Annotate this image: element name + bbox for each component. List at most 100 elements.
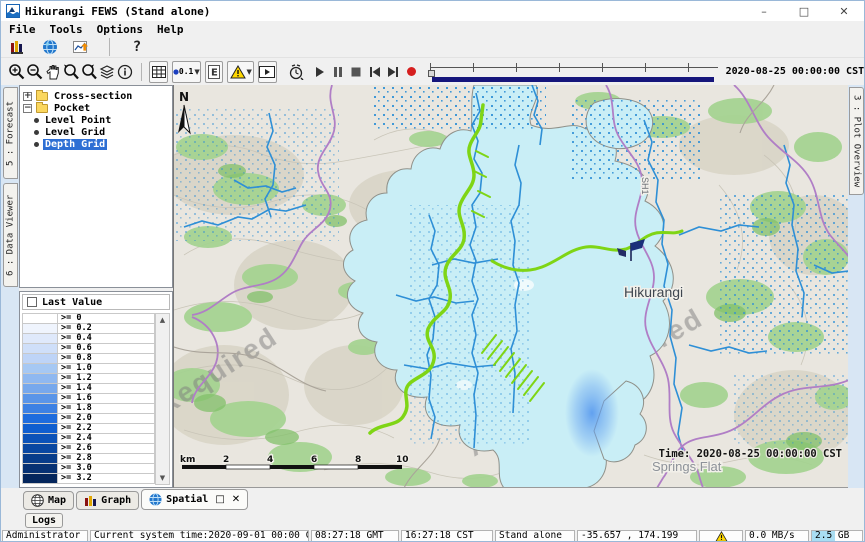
warnings-button[interactable]: ▼ <box>227 61 254 83</box>
tab-close-icon[interactable]: ✕ <box>232 494 240 505</box>
zoom-in-icon[interactable] <box>7 61 25 83</box>
play-button[interactable] <box>311 61 329 83</box>
tree-item-pocket[interactable]: − Pocket <box>20 102 172 114</box>
status-bar: Administrator Current system time:2020-0… <box>1 529 864 542</box>
tree-item-level-point[interactable]: Level Point <box>20 114 172 126</box>
toolbar-separator <box>109 38 110 56</box>
pause-button[interactable] <box>329 61 347 83</box>
toolbar-separator <box>141 63 142 81</box>
legend-swatch <box>22 334 58 344</box>
tab-data-viewer[interactable]: 6 : Data Viewer <box>3 183 18 287</box>
record-button[interactable] <box>402 61 420 83</box>
chevron-down-icon: ▼ <box>247 68 252 76</box>
content-area: 5 : Forecast 6 : Data Viewer + Cross-sec… <box>1 85 865 488</box>
status-warning[interactable] <box>699 530 743 542</box>
status-memory: 2.5 GB <box>811 530 863 542</box>
last-value-checkbox[interactable] <box>27 297 37 307</box>
legend-toggle-button[interactable]: E <box>205 61 224 83</box>
tab-plot-overview[interactable]: 3 : Plot Overview <box>849 87 864 195</box>
menu-file[interactable]: File <box>9 23 36 36</box>
layers-icon[interactable] <box>98 61 116 83</box>
tree-item-cross-section[interactable]: + Cross-section <box>20 90 172 102</box>
status-network-speed: 0.0 MB/s <box>745 530 809 542</box>
zoom-out-icon[interactable] <box>25 61 43 83</box>
last-value-row[interactable]: Last Value <box>22 294 170 310</box>
legend-swatch <box>22 344 58 354</box>
threshold-value: 0.1 <box>179 67 193 76</box>
menu-help[interactable]: Help <box>157 23 184 36</box>
right-tab-strip: 3 : Plot Overview <box>848 85 865 488</box>
info-icon[interactable] <box>116 61 134 83</box>
legend-row[interactable]: >= 3.2 <box>22 474 155 484</box>
stop-button[interactable] <box>347 61 365 83</box>
legend-scrollbar[interactable]: ▲ ▼ <box>155 313 170 485</box>
menu-options[interactable]: Options <box>97 23 143 36</box>
wire-globe-icon <box>31 494 44 507</box>
timeline-range-bar <box>432 77 713 82</box>
application-window: Hikurangi FEWS (Stand alone) – □ ✕ File … <box>0 0 865 542</box>
tab-map[interactable]: Map <box>23 491 74 510</box>
zoom-next-icon[interactable] <box>80 61 98 83</box>
tab-forecast[interactable]: 5 : Forecast <box>3 87 18 179</box>
tree-label-selected[interactable]: Depth Grid <box>43 139 107 150</box>
tree-label[interactable]: Cross-section <box>52 91 134 102</box>
title-bar[interactable]: Hikurangi FEWS (Stand alone) – □ ✕ <box>1 1 864 21</box>
tree-item-level-grid[interactable]: Level Grid <box>20 126 172 138</box>
node-bullet-icon <box>34 118 39 123</box>
pan-hand-icon[interactable] <box>43 61 61 83</box>
svg-text:10: 10 <box>396 455 409 465</box>
logs-button[interactable]: Logs <box>25 513 63 528</box>
collapse-icon[interactable]: − <box>23 104 32 113</box>
minimize-button[interactable]: – <box>744 1 784 21</box>
map-time-label: Time: 2020-08-25 00:00:00 CST <box>659 448 842 460</box>
svg-text:4: 4 <box>267 455 273 465</box>
toolbar-time-label: 2020-08-25 00:00:00 CST <box>726 66 864 77</box>
grid-layer-button[interactable] <box>149 61 168 83</box>
scroll-down-icon[interactable]: ▼ <box>160 472 165 484</box>
animation-button[interactable] <box>258 61 277 83</box>
zoom-previous-icon[interactable] <box>62 61 80 83</box>
chart-export-icon[interactable] <box>71 36 93 58</box>
tree-label[interactable]: Level Grid <box>43 127 107 138</box>
data-viewer-panel: + Cross-section − Pocket Level Point Lev… <box>19 85 173 488</box>
tab-graph[interactable]: Graph <box>76 491 139 510</box>
step-backward-button[interactable] <box>366 61 384 83</box>
time-settings-icon[interactable] <box>287 61 305 83</box>
legend-rows: >= 0>= 0.2>= 0.4>= 0.6>= 0.8>= 1.0>= 1.2… <box>22 313 155 485</box>
legend-panel: Last Value >= 0>= 0.2>= 0.4>= 0.6>= 0.8>… <box>19 291 173 488</box>
scroll-up-icon[interactable]: ▲ <box>160 314 165 326</box>
map-canvas[interactable]: API Key Required API Key Required <box>174 85 848 488</box>
legend-swatch <box>22 434 58 444</box>
help-button[interactable]: ? <box>126 36 148 58</box>
legend-swatch <box>22 324 58 334</box>
maximize-button[interactable]: □ <box>784 1 824 21</box>
legend-swatch <box>22 444 58 454</box>
legend-swatch <box>22 354 58 364</box>
map-view[interactable]: API Key Required API Key Required <box>173 85 848 488</box>
close-button[interactable]: ✕ <box>824 1 864 21</box>
timeline-track <box>430 67 717 68</box>
tree-label[interactable]: Pocket <box>52 103 92 114</box>
legend-swatch <box>22 474 58 484</box>
tree-label[interactable]: Level Point <box>43 115 113 126</box>
expand-icon[interactable]: + <box>23 92 32 101</box>
warning-icon <box>715 531 728 542</box>
tree-item-depth-grid[interactable]: Depth Grid <box>20 138 172 150</box>
folder-icon <box>36 104 48 113</box>
bar-chart-icon <box>84 494 97 507</box>
place-label: Springs Flat <box>652 459 722 474</box>
legend-swatch <box>22 314 58 324</box>
svg-text:E: E <box>211 67 218 78</box>
class-threshold-button[interactable]: 0.1 ▼ <box>172 61 201 83</box>
tab-maximize-icon[interactable]: □ <box>215 494 224 505</box>
left-tab-strip: 5 : Forecast 6 : Data Viewer <box>1 85 19 529</box>
globe-icon[interactable] <box>39 36 61 58</box>
step-forward-button[interactable] <box>384 61 402 83</box>
precipitation-patch <box>565 369 619 457</box>
folder-icon <box>36 92 48 101</box>
timeline-handle[interactable] <box>428 70 435 77</box>
database-bars-icon[interactable] <box>7 36 29 58</box>
timeline-slider[interactable] <box>428 61 719 83</box>
menu-tools[interactable]: Tools <box>50 23 83 36</box>
tab-spatial[interactable]: Spatial □ ✕ <box>141 489 248 510</box>
